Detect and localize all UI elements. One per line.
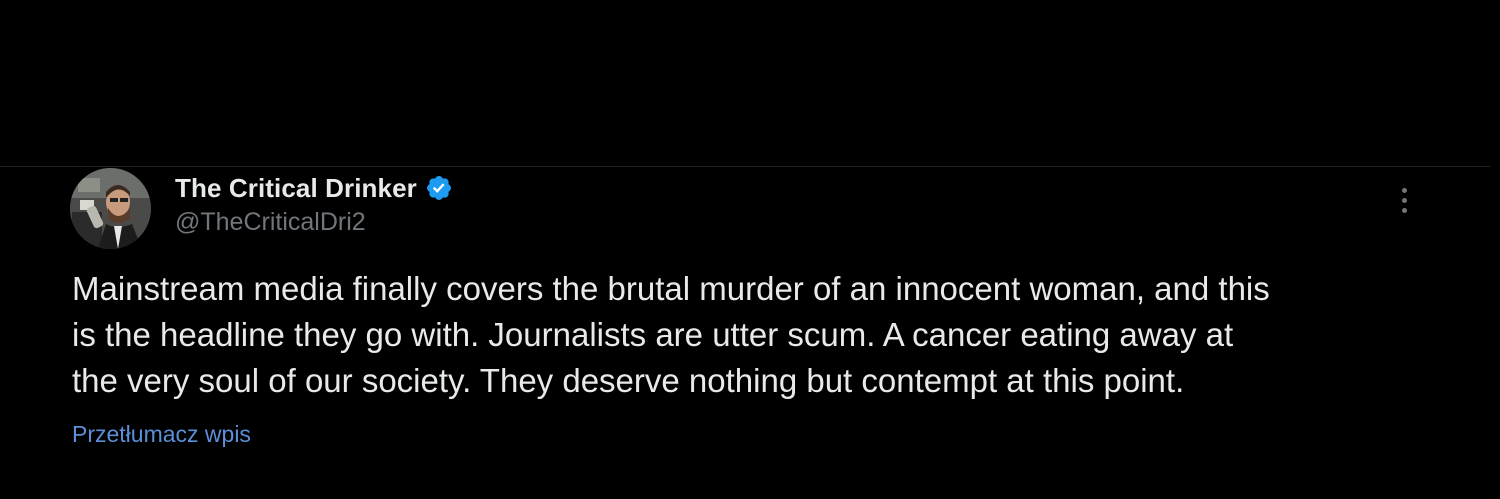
translate-post-link[interactable]: Przetłumacz wpis [72, 421, 251, 448]
top-divider [0, 166, 1490, 167]
author-avatar[interactable] [70, 168, 151, 249]
tweet-page: The Critical Drinker @TheCriticalDri2 Ma… [0, 0, 1500, 499]
more-dot [1401, 197, 1407, 203]
more-options-icon[interactable] [1388, 182, 1420, 218]
more-dot [1401, 207, 1407, 213]
more-dot [1401, 187, 1407, 193]
author-name-row: The Critical Drinker [175, 172, 453, 204]
author-display-name[interactable]: The Critical Drinker [175, 173, 417, 204]
verified-badge-icon[interactable] [425, 174, 453, 202]
tweet-text: Mainstream media finally covers the brut… [72, 270, 1270, 399]
author-handle[interactable]: @TheCriticalDri2 [175, 208, 366, 237]
